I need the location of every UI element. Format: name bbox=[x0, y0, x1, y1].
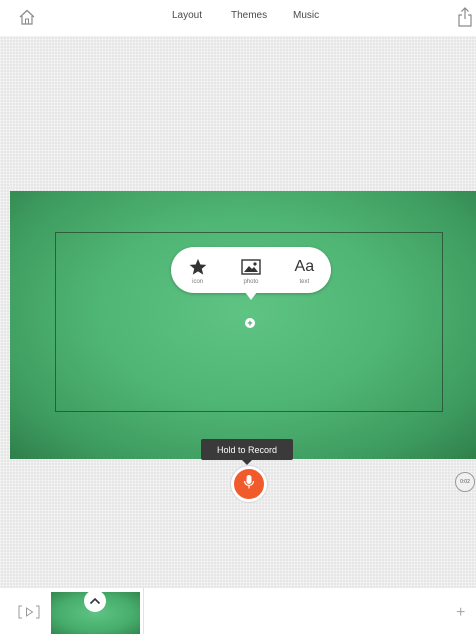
duration-timer[interactable]: 0:02 bbox=[455, 472, 475, 492]
tab-layout[interactable]: Layout bbox=[172, 10, 202, 21]
share-icon bbox=[457, 6, 473, 32]
preview-play-icon bbox=[18, 605, 40, 624]
home-icon bbox=[18, 8, 36, 31]
insert-photo-label: photo bbox=[243, 278, 259, 285]
slide-preview[interactable]: icon photo Aa text + bbox=[10, 191, 476, 459]
tab-themes[interactable]: Themes bbox=[231, 10, 267, 21]
microphone-icon bbox=[243, 474, 255, 495]
add-content-button[interactable]: + bbox=[245, 318, 255, 328]
insert-text-option[interactable]: Aa text bbox=[282, 256, 326, 285]
strip-divider bbox=[143, 588, 144, 634]
plus-icon: + bbox=[247, 318, 253, 328]
insert-text-label: text bbox=[299, 278, 310, 285]
star-icon bbox=[189, 256, 207, 278]
share-button[interactable] bbox=[454, 6, 476, 32]
duration-text: 0:02 bbox=[460, 479, 470, 485]
add-slide-button[interactable]: + bbox=[456, 605, 465, 621]
home-button[interactable] bbox=[16, 8, 38, 30]
preview-button[interactable] bbox=[18, 604, 40, 620]
insert-menu: icon photo Aa text bbox=[171, 247, 331, 300]
tab-music[interactable]: Music bbox=[293, 10, 319, 21]
slide-strip: + bbox=[0, 588, 476, 634]
record-button[interactable] bbox=[231, 466, 267, 502]
slide-thumbnail[interactable] bbox=[51, 590, 140, 634]
text-icon: Aa bbox=[294, 257, 315, 275]
record-tooltip: Hold to Record bbox=[201, 439, 293, 465]
insert-icon-label: icon bbox=[192, 278, 204, 285]
insert-photo-option[interactable]: photo bbox=[229, 256, 273, 285]
insert-icon-option[interactable]: icon bbox=[176, 256, 220, 285]
chevron-up-icon bbox=[89, 592, 101, 610]
record-tooltip-text: Hold to Record bbox=[216, 444, 278, 455]
top-toolbar: Layout Themes Music bbox=[0, 0, 476, 36]
photo-icon bbox=[241, 256, 261, 278]
thumbnail-options-button[interactable] bbox=[84, 590, 106, 612]
